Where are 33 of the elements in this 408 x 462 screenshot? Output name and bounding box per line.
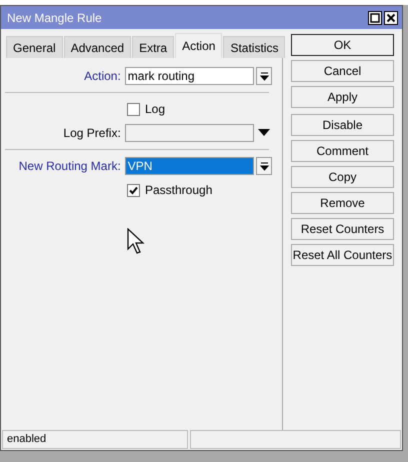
window-title: New Mangle Rule bbox=[7, 10, 102, 24]
checkbox[interactable] bbox=[127, 102, 140, 116]
dialog-button[interactable]: Reset Counters bbox=[291, 218, 394, 240]
dropdown-button[interactable] bbox=[256, 67, 272, 85]
field-label: Log Prefix: bbox=[62, 126, 122, 140]
dialog-button[interactable]: Comment bbox=[291, 140, 394, 162]
caret-icon[interactable] bbox=[258, 129, 270, 137]
dialog-button[interactable]: Copy bbox=[291, 166, 394, 188]
close-icon[interactable] bbox=[384, 10, 398, 24]
status-cell: enabled bbox=[2, 430, 188, 449]
maximize-icon[interactable] bbox=[368, 10, 382, 24]
checkbox-label: Log bbox=[145, 102, 166, 116]
tab[interactable]: Extra bbox=[132, 36, 174, 58]
tab[interactable]: Action bbox=[175, 33, 222, 58]
field-label: Action: bbox=[83, 69, 122, 83]
tab[interactable]: General bbox=[6, 36, 63, 58]
dropdown-arrow-icon bbox=[260, 162, 268, 170]
dialog-button[interactable]: OK bbox=[291, 34, 394, 56]
tab[interactable]: Statistics bbox=[223, 36, 286, 58]
dialog-button[interactable]: Apply bbox=[291, 86, 394, 108]
dialog-button[interactable]: Disable bbox=[291, 114, 394, 136]
dialog-button[interactable]: Remove bbox=[291, 192, 394, 214]
dialog-button[interactable]: Cancel bbox=[291, 60, 394, 82]
dialog-button[interactable]: Reset All Counters bbox=[291, 244, 394, 266]
dropdown-arrow-icon bbox=[260, 72, 268, 80]
mouse-pointer-icon bbox=[127, 228, 145, 254]
routing-mark-field[interactable]: VPN bbox=[124, 157, 254, 175]
field-label: New Routing Mark: bbox=[18, 159, 122, 173]
checkbox-label: Passthrough bbox=[145, 183, 212, 197]
checkbox[interactable] bbox=[127, 184, 140, 196]
tab[interactable]: Advanced bbox=[64, 36, 132, 58]
dropdown-button[interactable] bbox=[256, 157, 272, 175]
action-field[interactable]: mark routing bbox=[124, 67, 254, 85]
